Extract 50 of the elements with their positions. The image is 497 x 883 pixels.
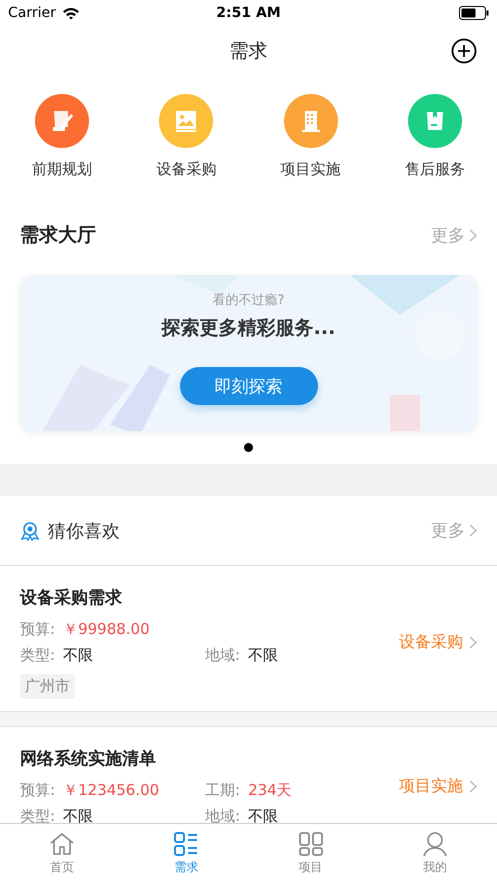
page-dot[interactable] — [244, 443, 253, 452]
wifi-icon — [62, 6, 80, 20]
field-value: 不限 — [63, 807, 94, 823]
chevron-right-icon — [469, 524, 477, 537]
field-label: 预算: — [20, 781, 56, 800]
banner-subtitle: 看的不过瘾? — [212, 292, 284, 309]
city-tag: 广州市 — [20, 674, 75, 699]
add-button[interactable] — [451, 38, 477, 64]
field-label: 工期: — [205, 781, 240, 800]
tab-bar-item[interactable]: 需求 — [124, 824, 248, 883]
chevron-right-icon — [469, 228, 477, 242]
field-label: 地域: — [205, 646, 240, 665]
more-link[interactable]: 更多 — [431, 224, 477, 246]
list-icon — [173, 831, 200, 857]
category-button[interactable]: 项目实施 — [248, 94, 373, 179]
category-link[interactable]: 项目实施 — [399, 776, 477, 797]
user-icon — [422, 831, 448, 857]
card-title: 设备采购需求 — [20, 587, 123, 609]
carrier-label: Carrier — [8, 5, 56, 21]
field-label: 地域: — [205, 807, 240, 823]
banner-headline: 探索更多精彩服务... — [162, 316, 336, 341]
field-value: 不限 — [63, 646, 94, 665]
award-icon — [20, 520, 40, 540]
field-label: 类型: — [20, 807, 56, 823]
field-value: 234天 — [248, 781, 292, 800]
field-label: 类型: — [20, 646, 56, 665]
category-link[interactable]: 设备采购 — [399, 632, 477, 653]
grid-icon — [298, 831, 324, 857]
field-value: 不限 — [248, 646, 278, 665]
page-title: 需求 — [230, 39, 268, 64]
battery-icon — [459, 6, 489, 20]
section-title: 需求大厅 — [20, 223, 96, 248]
category-button[interactable]: 售后服务 — [372, 94, 497, 179]
field-value: 不限 — [248, 807, 278, 823]
card-title: 网络系统实施清单 — [20, 748, 157, 770]
field-label: 预算: — [20, 620, 56, 639]
more-link[interactable]: 更多 — [431, 519, 477, 542]
field-value: ￥123456.00 — [63, 781, 160, 800]
tab-bar-item[interactable]: 项目 — [248, 824, 373, 883]
chevron-right-icon — [469, 636, 477, 649]
tab-bar-item[interactable]: 首页 — [0, 824, 124, 883]
category-button[interactable]: 前期规划 — [0, 94, 124, 179]
home-icon — [49, 831, 76, 857]
chevron-right-icon — [469, 780, 477, 793]
section-title: 猜你喜欢 — [48, 520, 120, 542]
clock-time: 2:51 AM — [216, 5, 281, 21]
field-value: ￥99988.00 — [63, 620, 150, 639]
category-button[interactable]: 设备采购 — [124, 94, 248, 179]
explore-button[interactable]: 即刻探索 — [180, 367, 318, 405]
tab-bar-item[interactable]: 我的 — [372, 824, 497, 883]
